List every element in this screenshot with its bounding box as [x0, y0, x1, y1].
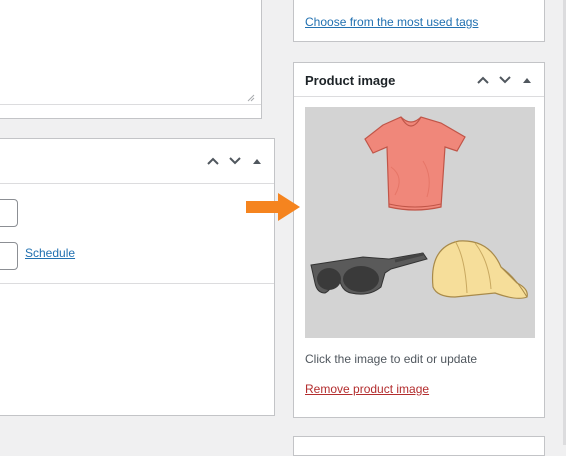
tags-panel: Choose from the most used tags: [293, 0, 545, 42]
publish-panel: Schedule: [0, 138, 275, 416]
sunglasses-illustration: [310, 252, 428, 295]
arrow-right-icon: [246, 193, 300, 221]
product-image-header-divider: [294, 96, 544, 97]
editor-panel: [0, 0, 262, 119]
edit-image-hint: Click the image to edit or update: [305, 352, 478, 366]
move-up-icon[interactable]: [204, 152, 222, 170]
editor-statusbar-divider: [0, 104, 261, 105]
move-up-icon[interactable]: [474, 71, 492, 89]
date-input[interactable]: [0, 199, 18, 227]
most-used-tags-link[interactable]: Choose from the most used tags: [305, 15, 478, 29]
collapse-toggle-icon[interactable]: [248, 152, 266, 170]
move-down-icon[interactable]: [496, 71, 514, 89]
tshirt-illustration: [364, 116, 466, 211]
publish-panel-header-divider: [0, 183, 274, 184]
product-image-controls: [474, 71, 536, 89]
product-image-panel: Product image Click the image to edit or…: [293, 62, 545, 418]
panel-title: Product image: [305, 73, 396, 88]
cap-illustration: [431, 240, 528, 299]
time-input[interactable]: [0, 242, 18, 270]
move-down-icon[interactable]: [226, 152, 244, 170]
publish-panel-footer-divider: [0, 283, 274, 284]
publish-panel-controls: [204, 152, 266, 170]
resize-handle-icon[interactable]: [246, 93, 255, 102]
product-image-thumbnail[interactable]: [305, 107, 535, 338]
collapse-toggle-icon[interactable]: [518, 71, 536, 89]
schedule-link[interactable]: Schedule: [25, 246, 75, 260]
next-panel: [293, 436, 545, 456]
remove-product-image-link[interactable]: Remove product image: [305, 382, 429, 396]
